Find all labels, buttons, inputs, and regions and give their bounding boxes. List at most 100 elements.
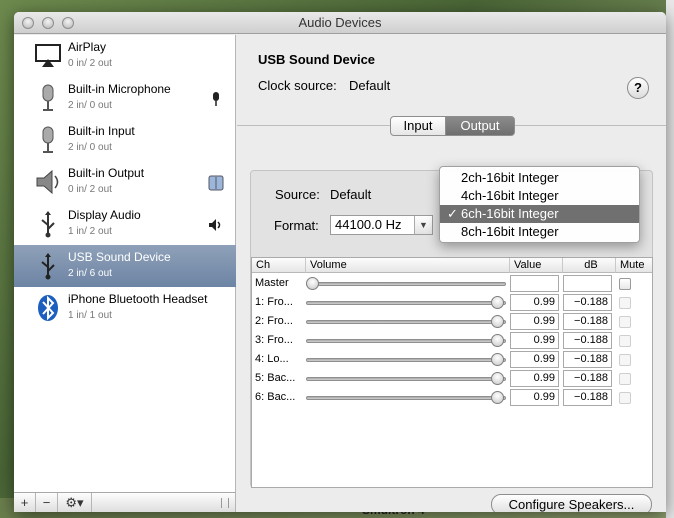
volume-value-field[interactable]: 0.99 (510, 294, 559, 311)
volume-slider-knob[interactable] (491, 334, 505, 347)
window-title: Audio Devices (298, 15, 382, 30)
device-io-count: 1 in/ 1 out (68, 310, 112, 321)
channel-name: 4: Lo... (255, 353, 289, 365)
device-item-airplay[interactable]: AirPlay 0 in/ 2 out (14, 35, 236, 77)
close-window-button[interactable] (22, 17, 34, 29)
device-item-built-in-input[interactable]: Built-in Input 2 in/ 0 out (14, 119, 236, 161)
channel-name: 6: Bac... (255, 391, 296, 403)
column-header-db[interactable]: dB (563, 258, 616, 273)
finder-badge-icon (208, 175, 224, 191)
mute-checkbox[interactable] (619, 354, 631, 366)
mute-checkbox[interactable] (619, 373, 631, 385)
device-name: iPhone Bluetooth Headset (68, 292, 208, 306)
configure-speakers-button[interactable]: Configure Speakers... (491, 494, 652, 512)
table-row: Master (252, 274, 652, 293)
airplay-icon (35, 44, 61, 67)
mute-checkbox[interactable] (619, 392, 631, 404)
device-io-count: 2 in/ 0 out (68, 100, 112, 111)
device-name: Display Audio (68, 208, 141, 222)
tab-output[interactable]: Output (445, 116, 515, 136)
db-value-field[interactable]: −0.188 (563, 294, 612, 311)
db-value-field[interactable]: −0.188 (563, 389, 612, 406)
table-row: 1: Fro... 0.99 −0.188 (252, 293, 652, 312)
table-row: 2: Fro... 0.99 −0.188 (252, 312, 652, 331)
table-row: 3: Fro... 0.99 −0.188 (252, 331, 652, 350)
column-header-ch[interactable]: Ch (252, 258, 306, 273)
mute-checkbox[interactable] (619, 278, 631, 290)
format-option-8ch[interactable]: 8ch-16bit Integer (440, 223, 639, 241)
volume-value-field[interactable]: 0.99 (510, 389, 559, 406)
menu-item-label: 6ch-16bit Integer (461, 206, 559, 221)
channel-name: 3: Fro... (255, 334, 293, 346)
db-value-field[interactable]: −0.188 (563, 313, 612, 330)
mute-checkbox[interactable] (619, 297, 631, 309)
volume-slider-knob[interactable] (491, 391, 505, 404)
volume-slider-track[interactable] (306, 396, 506, 400)
column-header-volume[interactable]: Volume (306, 258, 510, 273)
volume-slider-track[interactable] (306, 301, 506, 305)
volume-slider-knob[interactable] (491, 372, 505, 385)
column-header-value[interactable]: Value (510, 258, 563, 273)
volume-slider-knob[interactable] (491, 315, 505, 328)
device-io-count: 2 in/ 6 out (68, 268, 112, 279)
menu-item-label: 2ch-16bit Integer (461, 170, 559, 185)
channel-volume-table: Ch Volume Value dB Mute Master 1: Fro... 0… (251, 257, 653, 488)
device-item-built-in-output[interactable]: Built-in Output 0 in/ 2 out (14, 161, 236, 203)
volume-slider-track[interactable] (306, 282, 506, 286)
volume-value-field[interactable]: 0.99 (510, 313, 559, 330)
db-value-field[interactable]: −0.188 (563, 332, 612, 349)
gear-menu-button[interactable]: ⚙▾ (58, 493, 92, 512)
device-name: Built-in Input (68, 124, 135, 138)
volume-slider-knob[interactable] (306, 277, 319, 290)
channel-name: Master (255, 277, 289, 289)
source-value: Default (330, 187, 372, 202)
device-item-usb-sound-device[interactable]: USB Sound Device 2 in/ 6 out (14, 245, 236, 287)
tab-input[interactable]: Input (390, 116, 446, 136)
volume-value-field[interactable]: 0.99 (510, 351, 559, 368)
microphone-icon (42, 126, 54, 153)
speaker-icon (36, 169, 59, 195)
volume-slider-knob[interactable] (491, 296, 505, 309)
db-value-field[interactable]: −0.188 (563, 370, 612, 387)
volume-slider-track[interactable] (306, 358, 506, 362)
device-item-display-audio[interactable]: Display Audio 1 in/ 2 out (14, 203, 236, 245)
device-io-count: 0 in/ 2 out (68, 58, 112, 69)
format-option-6ch[interactable]: ✓ 6ch-16bit Integer (440, 205, 639, 223)
mute-checkbox[interactable] (619, 316, 631, 328)
format-option-2ch[interactable]: 2ch-16bit Integer (440, 169, 639, 187)
db-value-field[interactable]: −0.188 (563, 351, 612, 368)
channel-name: 1: Fro... (255, 296, 293, 308)
zoom-window-button[interactable] (62, 17, 74, 29)
volume-slider-track[interactable] (306, 377, 506, 381)
format-option-4ch[interactable]: 4ch-16bit Integer (440, 187, 639, 205)
volume-value-field[interactable]: 0.99 (510, 370, 559, 387)
audio-devices-window: Audio Devices AirPlay 0 in/ 2 out Built-… (14, 12, 666, 512)
speaker-badge-icon (209, 219, 221, 231)
volume-value-field[interactable] (510, 275, 559, 292)
clock-source-value[interactable]: Default (349, 78, 390, 93)
device-item-built-in-microphone[interactable]: Built-in Microphone 2 in/ 0 out (14, 77, 236, 119)
usb-icon (41, 211, 55, 238)
remove-device-button[interactable]: − (36, 493, 58, 512)
volume-slider-track[interactable] (306, 339, 506, 343)
clock-source-label: Clock source: (258, 78, 337, 93)
column-header-mute[interactable]: Mute (616, 258, 652, 273)
help-button[interactable]: ? (627, 77, 649, 99)
usb-icon (41, 253, 55, 280)
add-device-button[interactable]: + (14, 493, 36, 512)
volume-value-field[interactable]: 0.99 (510, 332, 559, 349)
device-name: Built-in Microphone (68, 82, 171, 96)
title-bar[interactable]: Audio Devices (14, 12, 666, 34)
source-label: Source: (275, 187, 320, 202)
chevron-down-icon[interactable]: ▼ (414, 216, 432, 234)
volume-slider-track[interactable] (306, 320, 506, 324)
device-item-iphone-bluetooth-headset[interactable]: iPhone Bluetooth Headset 1 in/ 1 out (14, 287, 236, 329)
db-value-field[interactable] (563, 275, 612, 292)
resize-grip-icon[interactable] (221, 498, 229, 508)
microphone-badge-icon (213, 92, 219, 106)
volume-slider-knob[interactable] (491, 353, 505, 366)
format-label: Format: (274, 218, 319, 233)
minimize-window-button[interactable] (42, 17, 54, 29)
channel-name: 5: Bac... (255, 372, 296, 384)
mute-checkbox[interactable] (619, 335, 631, 347)
